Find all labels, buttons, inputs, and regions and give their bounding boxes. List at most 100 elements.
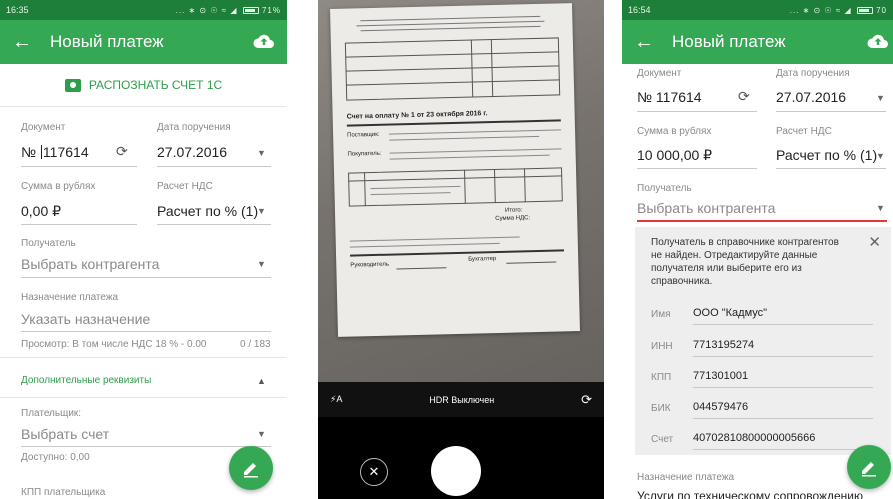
edit-fab-button[interactable] xyxy=(229,446,273,490)
notice-field-label: Имя xyxy=(651,309,671,320)
recipient-select[interactable]: Выбрать контрагента xyxy=(21,256,159,272)
purpose-preview: Просмотр: В том числе НДС 18 % - 0.00 xyxy=(21,339,207,350)
amount-underline xyxy=(637,168,757,169)
phone-screen-new-payment: 16:35 ... ∗ ⊙ ☉ ≈ ◢ 71% ← Новый платеж Р… xyxy=(0,0,287,499)
battery-level: 70 xyxy=(876,5,887,15)
vat-underline xyxy=(776,168,886,169)
vat-select[interactable]: Расчет по % (1) xyxy=(776,147,877,163)
page-title: Новый платеж xyxy=(50,32,164,51)
bik-input[interactable]: 044579476 xyxy=(693,401,748,413)
amount-input[interactable]: 10 000,00 ₽ xyxy=(637,147,712,164)
account-input[interactable]: 40702810800000005666 xyxy=(693,432,815,444)
status-bar: 16:35 ... ∗ ⊙ ☉ ≈ ◢ 71% xyxy=(0,0,287,20)
document-underline xyxy=(637,111,757,112)
invoice-document-photo: Счет на оплату № 1 от 23 октября 2016 г.… xyxy=(330,3,580,337)
purpose-input[interactable]: Услуги по техническому сопровождению xyxy=(637,489,863,499)
status-icons: ... ∗ ⊙ ☉ ≈ ◢ xyxy=(789,5,852,15)
battery-level: 71% xyxy=(261,5,281,15)
page-title: Новый платеж xyxy=(672,32,786,51)
document-underline xyxy=(21,166,137,167)
back-arrow-icon[interactable]: ← xyxy=(12,31,42,54)
hdr-status-label[interactable]: HDR Выключен xyxy=(429,395,494,405)
phone-screen-camera: Счет на оплату № 1 от 23 октября 2016 г.… xyxy=(318,0,604,499)
text-cursor xyxy=(40,145,42,159)
chevron-up-icon[interactable]: ▲ xyxy=(257,376,266,386)
amount-underline xyxy=(21,224,137,225)
close-icon[interactable]: ✕ xyxy=(868,233,881,251)
battery-icon xyxy=(242,6,259,14)
notice-field-label: ИНН xyxy=(651,341,673,352)
vat-label: Расчет НДС xyxy=(776,126,832,137)
document-label: Документ xyxy=(637,68,682,79)
flash-auto-icon[interactable]: ⚡A xyxy=(330,394,342,405)
recipient-error-underline xyxy=(637,220,887,222)
back-arrow-icon[interactable]: ← xyxy=(634,31,664,54)
chevron-down-icon[interactable]: ▼ xyxy=(257,429,266,439)
recipient-select[interactable]: Выбрать контрагента xyxy=(637,200,775,216)
vat-label: Расчет НДС xyxy=(157,181,213,192)
camera-toolbar: ⚡A HDR Выключен ⟳ xyxy=(318,382,604,417)
purpose-label: Назначение платежа xyxy=(21,292,119,303)
amount-label: Сумма в рублях xyxy=(637,126,712,137)
date-input[interactable]: 27.07.2016 xyxy=(776,89,846,105)
kpp-payer-label: КПП плательщика xyxy=(21,487,106,498)
divider xyxy=(0,357,287,358)
document-number-input[interactable]: № 117614 xyxy=(637,89,702,105)
chevron-down-icon[interactable]: ▼ xyxy=(876,151,885,161)
status-icons: ... ∗ ⊙ ☉ ≈ ◢ xyxy=(175,5,238,15)
payer-underline xyxy=(21,446,271,447)
vat-select[interactable]: Расчет по % (1) xyxy=(157,203,258,219)
payer-account-select[interactable]: Выбрать счет xyxy=(21,426,109,442)
phone-screen-recipient-not-found: 16:54 ... ∗ ⊙ ☉ ≈ ◢ 70 ← Новый платеж До… xyxy=(622,0,893,499)
chevron-down-icon[interactable]: ▼ xyxy=(257,206,266,216)
status-time: 16:35 xyxy=(6,5,29,15)
cloud-upload-icon[interactable] xyxy=(867,32,889,50)
recipient-label: Получатель xyxy=(21,238,76,249)
camera-icon xyxy=(64,78,81,92)
purpose-counter: 0 / 183 xyxy=(240,339,271,350)
inn-input[interactable]: 7713195274 xyxy=(693,339,754,351)
notice-field-label: БИК xyxy=(651,403,671,414)
pencil-icon xyxy=(244,463,258,478)
recognize-invoice-button[interactable]: РАСПОЗНАТЬ СЧЕТ 1С xyxy=(0,64,287,107)
date-underline xyxy=(776,111,886,112)
document-number-input[interactable]: № 117614 xyxy=(21,144,89,160)
kpp-input[interactable]: 771301001 xyxy=(693,370,748,382)
available-balance: Доступно: 0,00 xyxy=(21,452,90,463)
chevron-down-icon[interactable]: ▼ xyxy=(876,203,885,213)
switch-camera-icon[interactable]: ⟳ xyxy=(581,392,592,408)
purpose-label: Назначение платежа xyxy=(637,472,735,483)
chevron-down-icon[interactable]: ▼ xyxy=(257,259,266,269)
notice-field-label: Счет xyxy=(651,434,674,445)
recipient-not-found-notice: Получатель в справочнике контрагентов не… xyxy=(635,227,891,455)
cloud-upload-icon[interactable] xyxy=(253,32,275,50)
app-bar: ← Новый платеж xyxy=(622,20,893,64)
payer-label: Плательщик: xyxy=(21,408,82,419)
amount-label: Сумма в рублях xyxy=(21,181,96,192)
refresh-number-icon[interactable]: ⟳ xyxy=(738,88,750,105)
vat-underline xyxy=(157,224,271,225)
document-label: Документ xyxy=(21,122,66,133)
notice-message: Получатель в справочнике контрагентов не… xyxy=(651,237,839,287)
extra-details-toggle[interactable]: Дополнительные реквизиты xyxy=(21,375,151,386)
purpose-input[interactable]: Указать назначение xyxy=(21,311,150,327)
edit-fab-button[interactable] xyxy=(847,445,891,489)
close-camera-button[interactable]: ✕ xyxy=(360,458,388,486)
recipient-name-input[interactable]: ООО "Кадмус" xyxy=(693,307,767,319)
chevron-down-icon[interactable]: ▼ xyxy=(876,93,885,103)
refresh-number-icon[interactable]: ⟳ xyxy=(116,143,128,160)
status-bar: 16:54 ... ∗ ⊙ ☉ ≈ ◢ 70 xyxy=(622,0,893,20)
shutter-button[interactable] xyxy=(431,446,481,496)
date-label: Дата поручения xyxy=(157,122,231,133)
purpose-underline xyxy=(21,331,271,332)
date-underline xyxy=(157,166,271,167)
date-input[interactable]: 27.07.2016 xyxy=(157,144,227,160)
date-label: Дата поручения xyxy=(776,68,850,79)
chevron-down-icon[interactable]: ▼ xyxy=(257,148,266,158)
camera-viewfinder[interactable]: Счет на оплату № 1 от 23 октября 2016 г.… xyxy=(318,0,604,382)
amount-input[interactable]: 0,00 ₽ xyxy=(21,203,61,220)
recipient-underline xyxy=(21,277,271,278)
pencil-icon xyxy=(862,462,876,477)
status-time: 16:54 xyxy=(628,5,651,15)
app-bar: ← Новый платеж xyxy=(0,20,287,64)
